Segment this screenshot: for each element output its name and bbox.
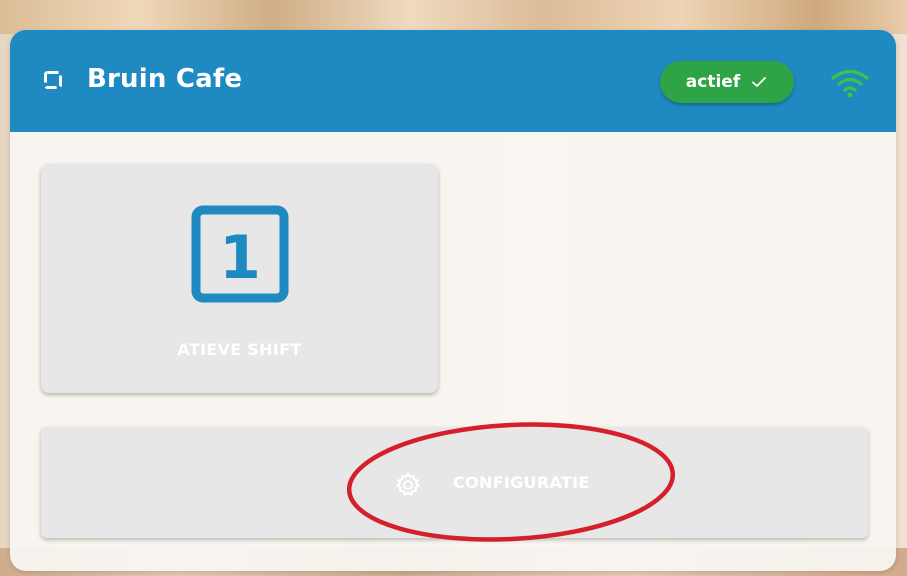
header-bar: Bruin Cafe actief xyxy=(10,30,896,132)
check-icon xyxy=(752,77,767,87)
status-badge[interactable]: actief xyxy=(660,61,794,103)
background-top xyxy=(0,0,907,34)
gear-icon xyxy=(395,472,421,496)
active-shift-tile[interactable]: 1 ATIEVE SHIFT xyxy=(41,164,438,393)
reload-icon xyxy=(44,71,62,89)
numbered-square-icon: 1 xyxy=(191,205,289,303)
status-label: actief xyxy=(685,72,741,92)
wifi-icon[interactable] xyxy=(830,66,870,100)
shift-icon-number: 1 xyxy=(219,223,261,293)
active-shift-label: ATIEVE SHIFT xyxy=(177,340,302,359)
app-title: Bruin Cafe xyxy=(87,64,243,94)
main-card: Bruin Cafe actief 1 ATIEVE SHIFT CONFIGU… xyxy=(10,30,896,571)
configuration-label: CONFIGURATIE xyxy=(453,473,590,492)
configuration-button[interactable]: CONFIGURATIE xyxy=(41,427,868,538)
